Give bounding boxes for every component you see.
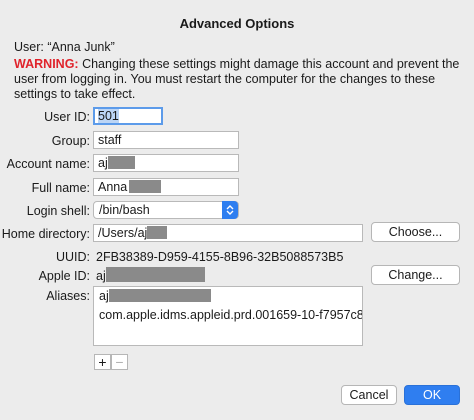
dialog-title: Advanced Options: [179, 16, 295, 31]
cancel-button[interactable]: Cancel: [341, 385, 397, 405]
account-name-value: aj: [98, 156, 108, 170]
account-name-field[interactable]: aj: [93, 154, 239, 172]
user-value: “Anna Junk”: [47, 40, 115, 54]
choose-button[interactable]: Choose...: [371, 222, 460, 242]
list-item[interactable]: com.apple.idms.appleid.prd.001659-10-f79…: [94, 306, 362, 325]
warning-label: WARNING:: [14, 57, 79, 71]
home-directory-value: /Users/aj: [98, 226, 148, 240]
login-shell-label: Login shell:: [26, 204, 90, 218]
aliases-list[interactable]: aj com.apple.idms.appleid.prd.001659-10-…: [93, 286, 363, 346]
uuid-value: 2FB38389-D959-4155-8B96-32B5088573B5: [96, 250, 344, 264]
user-label: User:: [14, 40, 44, 54]
change-button[interactable]: Change...: [371, 265, 460, 285]
group-label: Group:: [51, 134, 90, 148]
chevron-updown-icon: [222, 201, 238, 219]
aliases-label: Aliases:: [46, 289, 90, 303]
alias-text: aj: [99, 289, 109, 303]
minus-icon: −: [115, 354, 124, 370]
add-alias-button[interactable]: +: [94, 354, 111, 370]
redaction-block: [129, 180, 162, 193]
account-name-label: Account name:: [6, 157, 90, 171]
full-name-field[interactable]: Anna: [93, 178, 239, 196]
full-name-label: Full name:: [31, 181, 90, 195]
uuid-label: UUID:: [55, 250, 90, 264]
apple-id-value: aj: [96, 269, 106, 283]
list-item[interactable]: aj: [94, 287, 362, 306]
user-id-label: User ID:: [44, 110, 90, 124]
warning-text: Changing these settings might damage thi…: [14, 57, 460, 101]
login-shell-value: /bin/bash: [99, 203, 150, 217]
remove-alias-button[interactable]: −: [111, 354, 128, 370]
apple-id-label: Apple ID:: [38, 269, 90, 283]
group-field[interactable]: staff: [93, 131, 239, 149]
plus-icon: +: [98, 354, 107, 370]
group-value: staff: [98, 133, 122, 147]
user-id-field[interactable]: 501: [93, 107, 163, 125]
full-name-value: Anna: [98, 180, 128, 194]
redaction-block: [107, 156, 135, 169]
redaction-block: [105, 267, 205, 282]
home-directory-label: Home directory:: [1, 227, 90, 241]
user-line: User: “Anna Junk”: [14, 40, 115, 54]
redaction-block: [147, 226, 168, 239]
user-id-value: 501: [98, 109, 119, 123]
alias-text: com.apple.idms.appleid.prd.001659-10-f79…: [99, 308, 362, 322]
redaction-block: [108, 289, 211, 302]
ok-button[interactable]: OK: [404, 385, 460, 405]
warning-message: WARNING: Changing these settings might d…: [14, 57, 464, 102]
apple-id-display: aj: [96, 267, 205, 284]
login-shell-select[interactable]: /bin/bash: [93, 201, 239, 219]
home-directory-field[interactable]: /Users/aj: [93, 224, 363, 242]
